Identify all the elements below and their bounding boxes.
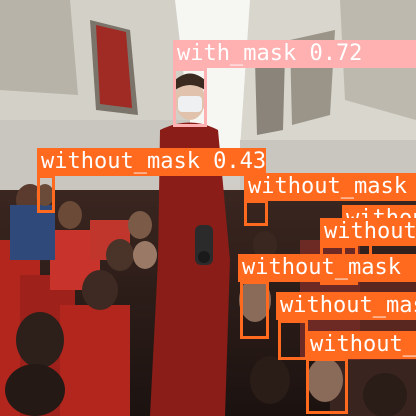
detection-box-without-mask-2 — [244, 200, 268, 226]
detection-label-without-mask-1: without_mask 0.43 — [37, 148, 266, 176]
detection-label-without-mask-4: without_mask — [320, 218, 416, 246]
detection-image: with_mask 0.72 without_mask 0.43 without… — [0, 0, 416, 416]
detection-label-without-mask-6: without_mask — [276, 292, 416, 320]
detection-label-with-mask: with_mask 0.72 — [173, 40, 416, 68]
detection-box-without-mask-5 — [240, 281, 269, 339]
detection-box-with-mask — [173, 68, 207, 127]
detection-label-without-mask-5: without_mask — [238, 254, 416, 282]
detection-label-without-mask-7: without_mask — [306, 331, 416, 359]
detection-label-without-mask-2: without_mask — [244, 173, 416, 201]
detection-box-without-mask-6 — [278, 320, 308, 360]
detection-box-without-mask-1 — [37, 175, 55, 213]
detection-box-without-mask-7 — [306, 358, 348, 414]
seat-left-2 — [60, 305, 130, 416]
